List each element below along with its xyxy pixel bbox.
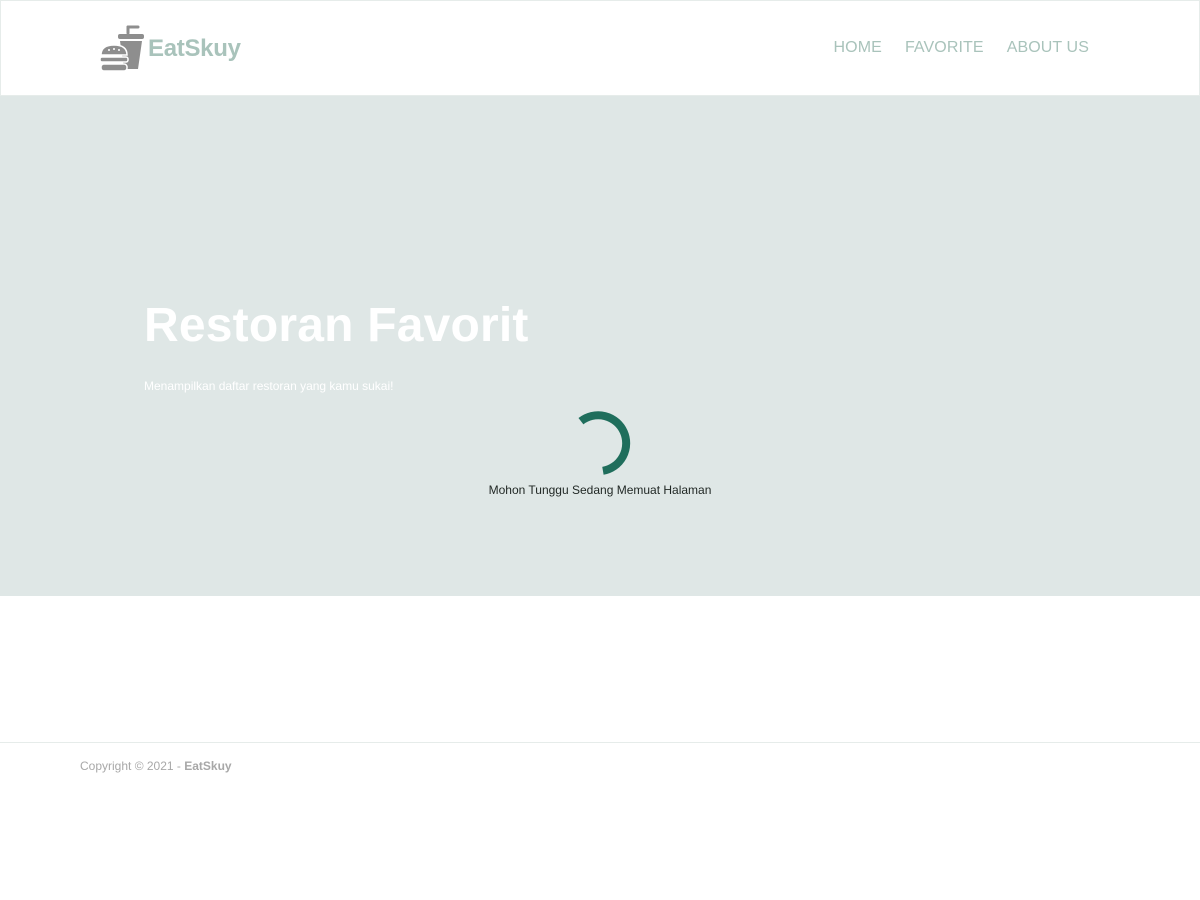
nav-link-home[interactable]: HOME [834,38,882,58]
footer-brand-name: EatSkuy [184,759,232,773]
nav-link-favorite[interactable]: FAVORITE [905,38,984,58]
hero-section: Restoran Favorit Menampilkan daftar rest… [0,96,1200,596]
brand-logo-link[interactable]: EatSkuy [100,25,241,73]
site-footer: Copyright © 2021 - EatSkuy [0,742,1200,900]
brand-name: EatSkuy [148,35,241,62]
main-nav: HOME FAVORITE ABOUT US [834,38,1089,58]
page-title: Restoran Favorit [144,299,529,352]
page-subtitle: Menampilkan daftar restoran yang kamu su… [144,379,394,393]
copyright-prefix: Copyright © 2021 - [80,759,185,773]
loading-spinner-icon [578,411,631,475]
loading-text: Mohon Tunggu Sedang Memuat Halaman [488,483,712,497]
food-burger-drink-icon [100,25,144,72]
nav-link-about-us[interactable]: ABOUT US [1007,38,1089,58]
site-header: EatSkuy HOME FAVORITE ABOUT US [0,0,1200,96]
copyright-text: Copyright © 2021 - EatSkuy [80,758,232,774]
